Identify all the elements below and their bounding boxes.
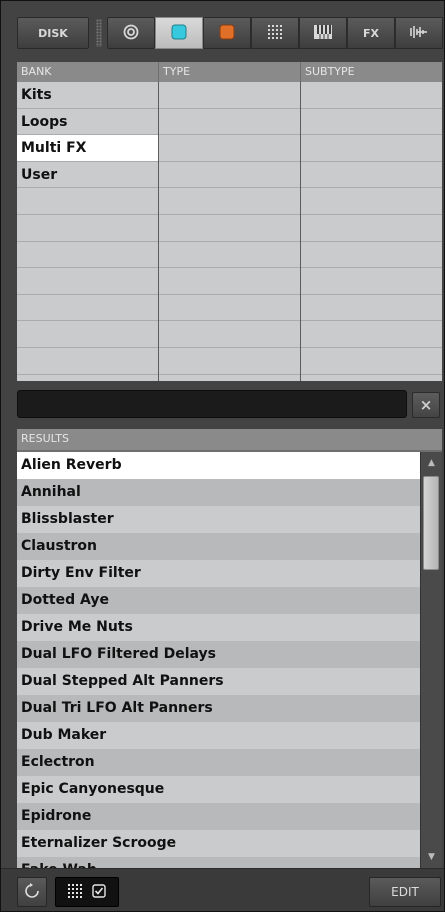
view-toggle[interactable] [55, 877, 119, 907]
type-item[interactable] [159, 268, 300, 295]
scroll-thumb[interactable] [423, 476, 439, 570]
keyboard-icon [313, 24, 333, 43]
type-item[interactable] [159, 215, 300, 242]
result-item[interactable]: Eclectron [17, 749, 420, 776]
bank-item[interactable] [17, 268, 158, 295]
result-item[interactable]: Drive Me Nuts [17, 614, 420, 641]
type-item[interactable] [159, 162, 300, 189]
filter-header: BANK TYPE SUBTYPE [17, 62, 442, 82]
bank-item[interactable] [17, 295, 158, 322]
subtype-item[interactable] [301, 321, 442, 348]
result-item[interactable]: Claustron [17, 533, 420, 560]
subtype-item[interactable] [301, 109, 442, 136]
subtype-item[interactable] [301, 242, 442, 269]
cyan-square-icon [171, 24, 187, 43]
bank-item[interactable]: User [17, 162, 158, 189]
scroll-up-arrow-icon[interactable]: ▲ [421, 452, 442, 474]
subtype-column-header[interactable]: SUBTYPE [301, 62, 442, 82]
result-item[interactable]: Alien Reverb [17, 452, 420, 479]
pads-grid-icon [268, 24, 282, 42]
disk-button[interactable]: DISK [17, 17, 89, 49]
fx-icon: FX [363, 26, 379, 40]
search-input[interactable] [17, 390, 407, 418]
type-column [159, 82, 301, 381]
subtype-item[interactable] [301, 135, 442, 162]
subtype-item[interactable] [301, 188, 442, 215]
results-header: RESULTS [17, 429, 442, 452]
refresh-icon [24, 882, 40, 902]
edit-label: EDIT [391, 885, 419, 899]
type-item[interactable] [159, 188, 300, 215]
bank-item[interactable]: Loops [17, 109, 158, 136]
type-item[interactable] [159, 82, 300, 109]
result-item[interactable]: Dual LFO Filtered Delays [17, 641, 420, 668]
result-item[interactable]: Fake Wah [17, 857, 420, 868]
result-item[interactable]: Dirty Env Filter [17, 560, 420, 587]
type-item[interactable] [159, 135, 300, 162]
result-item[interactable]: Annihal [17, 479, 420, 506]
bank-item[interactable] [17, 188, 158, 215]
result-item[interactable]: Epidrone [17, 803, 420, 830]
toolbar: DISK FX [1, 1, 444, 57]
type-item[interactable] [159, 321, 300, 348]
result-item[interactable]: Epic Canyonesque [17, 776, 420, 803]
type-item[interactable] [159, 109, 300, 136]
target-icon [123, 24, 139, 43]
subtype-item[interactable] [301, 82, 442, 109]
result-item[interactable]: Blissblaster [17, 506, 420, 533]
result-item[interactable]: Dotted Aye [17, 587, 420, 614]
close-icon: × [419, 396, 433, 414]
subtype-item[interactable] [301, 215, 442, 242]
bank-item[interactable]: Kits [17, 82, 158, 109]
subtype-item[interactable] [301, 268, 442, 295]
type-item[interactable] [159, 242, 300, 269]
subtype-item[interactable] [301, 162, 442, 189]
tab-groups[interactable] [203, 17, 251, 49]
bank-column-header[interactable]: BANK [17, 62, 159, 82]
results-list: Alien Reverb Annihal Blissblaster Claustron… [17, 452, 420, 868]
tab-samples[interactable] [395, 17, 443, 49]
tab-effects[interactable]: FX [347, 17, 395, 49]
bank-item[interactable] [17, 348, 158, 375]
tab-all-content[interactable] [107, 17, 155, 49]
tab-sounds[interactable] [251, 17, 299, 49]
toolbar-grip [96, 19, 102, 47]
edit-button[interactable]: EDIT [369, 877, 441, 907]
browser-footer: EDIT [1, 868, 444, 911]
type-item[interactable] [159, 295, 300, 322]
bank-item[interactable] [17, 321, 158, 348]
bank-item[interactable] [17, 215, 158, 242]
bank-item[interactable]: Multi FX [17, 135, 158, 162]
subtype-item[interactable] [301, 295, 442, 322]
result-item[interactable]: Eternalizer Scrooge [17, 830, 420, 857]
browser-panel: DISK FX BANK TYPE SUBTYPE Kits Loops Mul… [0, 0, 445, 912]
filter-grid: Kits Loops Multi FX User [17, 82, 442, 381]
subtype-column [301, 82, 442, 381]
scroll-down-arrow-icon[interactable]: ▼ [421, 846, 442, 868]
grid-view-icon [68, 883, 82, 902]
results-scrollbar[interactable]: ▲ ▼ [420, 452, 442, 868]
result-item[interactable]: Dub Maker [17, 722, 420, 749]
clear-search-button[interactable]: × [412, 392, 440, 418]
results-header-label: RESULTS [21, 432, 69, 445]
tab-projects[interactable] [155, 17, 203, 49]
disk-label: DISK [38, 26, 68, 40]
bank-column: Kits Loops Multi FX User [17, 82, 159, 381]
subtype-item[interactable] [301, 348, 442, 375]
refresh-button[interactable] [17, 877, 47, 907]
result-item[interactable]: Dual Stepped Alt Panners [17, 668, 420, 695]
tab-instruments[interactable] [299, 17, 347, 49]
waveform-icon [409, 25, 429, 42]
type-item[interactable] [159, 348, 300, 375]
result-item[interactable]: Dual Tri LFO Alt Panners [17, 695, 420, 722]
type-column-header[interactable]: TYPE [159, 62, 301, 82]
checkbox-icon [92, 883, 106, 902]
bank-item[interactable] [17, 242, 158, 269]
orange-square-icon [219, 24, 235, 43]
